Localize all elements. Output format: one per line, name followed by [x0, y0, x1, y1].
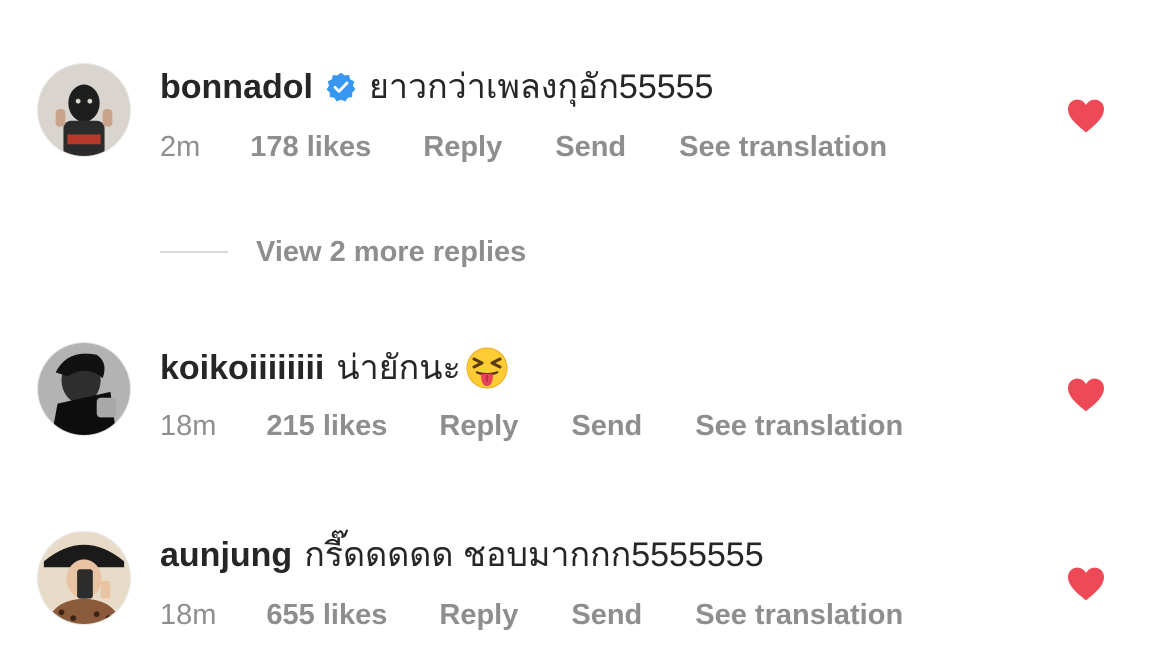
comment-time: 18m: [160, 410, 217, 442]
replies-divider: [160, 251, 228, 253]
comment-text: กรี๊ดดดดด ชอบมากกก5555555: [304, 536, 764, 574]
comment-text: น่ายักนะ: [336, 349, 461, 387]
reply-button[interactable]: Reply: [439, 598, 518, 632]
send-button[interactable]: Send: [571, 598, 642, 632]
see-translation-button[interactable]: See translation: [695, 409, 903, 443]
comment-time: 18m: [160, 599, 217, 631]
username[interactable]: bonnadol: [160, 67, 313, 107]
likes-count[interactable]: 178 likes: [250, 130, 371, 164]
see-translation-button[interactable]: See translation: [695, 598, 903, 632]
comment-text: ยาวกว่าเพลงกุอัก55555: [368, 68, 714, 106]
comment-body: aunjung กรี๊ดดดดด ชอบมากกก5555555: [160, 535, 764, 575]
username[interactable]: koikoiiiiiiii: [160, 348, 324, 388]
comment-time: 2m: [160, 131, 201, 163]
heart-filled-icon[interactable]: [1066, 98, 1106, 134]
comment-meta: 18m 215 likes Reply Send See translation: [160, 409, 903, 443]
comment-body: koikoiiiiiiii น่ายักนะ: [160, 346, 509, 390]
avatar[interactable]: [37, 531, 131, 625]
view-more-replies-label[interactable]: View 2 more replies: [256, 236, 526, 269]
avatar[interactable]: [37, 342, 131, 436]
heart-filled-icon[interactable]: [1066, 377, 1106, 413]
comment-body: bonnadol ยาวกว่าเพลงกุอัก55555: [160, 67, 713, 107]
comment-meta: 18m 655 likes Reply Send See translation: [160, 598, 903, 632]
comment-meta: 2m 178 likes Reply Send See translation: [160, 130, 887, 164]
heart-filled-icon[interactable]: [1066, 566, 1106, 602]
likes-count[interactable]: 215 likes: [266, 409, 387, 443]
reply-button[interactable]: Reply: [423, 130, 502, 164]
send-button[interactable]: Send: [571, 409, 642, 443]
reply-button[interactable]: Reply: [439, 409, 518, 443]
see-translation-button[interactable]: See translation: [679, 130, 887, 164]
avatar[interactable]: [37, 63, 131, 157]
username[interactable]: aunjung: [160, 535, 292, 575]
send-button[interactable]: Send: [555, 130, 626, 164]
squinting-face-with-tongue-icon: [465, 346, 509, 390]
likes-count[interactable]: 655 likes: [266, 598, 387, 632]
view-more-replies[interactable]: View 2 more replies: [160, 232, 526, 272]
verified-badge-icon: [325, 71, 357, 103]
